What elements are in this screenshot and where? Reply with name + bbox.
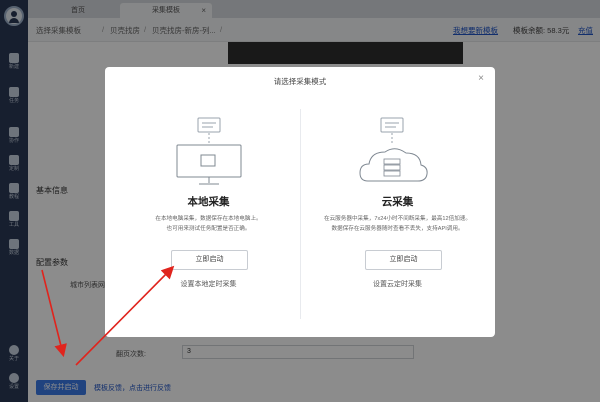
local-collect-desc-1: 在本地电脑采集，数据保存在本地电脑上。 (155, 216, 262, 222)
local-collect-title: 本地采集 (187, 196, 230, 208)
local-start-button[interactable]: 立即启动 (171, 250, 248, 270)
cloud-schedule-link[interactable]: 设置云定时采集 (300, 279, 495, 289)
collect-mode-dialog: 请选择采集模式 × 本地采集 在本地电脑采集，数据保存在本地电脑上。 也可用来测… (105, 67, 495, 337)
cloud-start-button[interactable]: 立即启动 (365, 250, 442, 270)
cloud-collect-desc-2: 数据保存在云服务器随时查看不丢失，支持API调用。 (331, 226, 464, 232)
cloud-collect-desc-1: 在云服务器中采集，7x24小时不间断采集，最高12倍加速。 (323, 216, 471, 222)
local-collect-desc-2: 也可用来测试任务配置是否正确。 (166, 226, 251, 232)
cloud-collect-title: 云采集 (381, 196, 414, 208)
cloud-server-icon (359, 117, 428, 182)
cloud-collect-option: 云采集 在云服务器中采集，7x24小时不间断采集，最高12倍加速。 数据保存在云… (300, 67, 495, 337)
local-schedule-link[interactable]: 设置本地定时采集 (111, 279, 306, 289)
local-collect-option: 本地采集 在本地电脑采集，数据保存在本地电脑上。 也可用来测试任务配置是否正确。… (105, 67, 300, 337)
computer-icon (176, 117, 242, 185)
